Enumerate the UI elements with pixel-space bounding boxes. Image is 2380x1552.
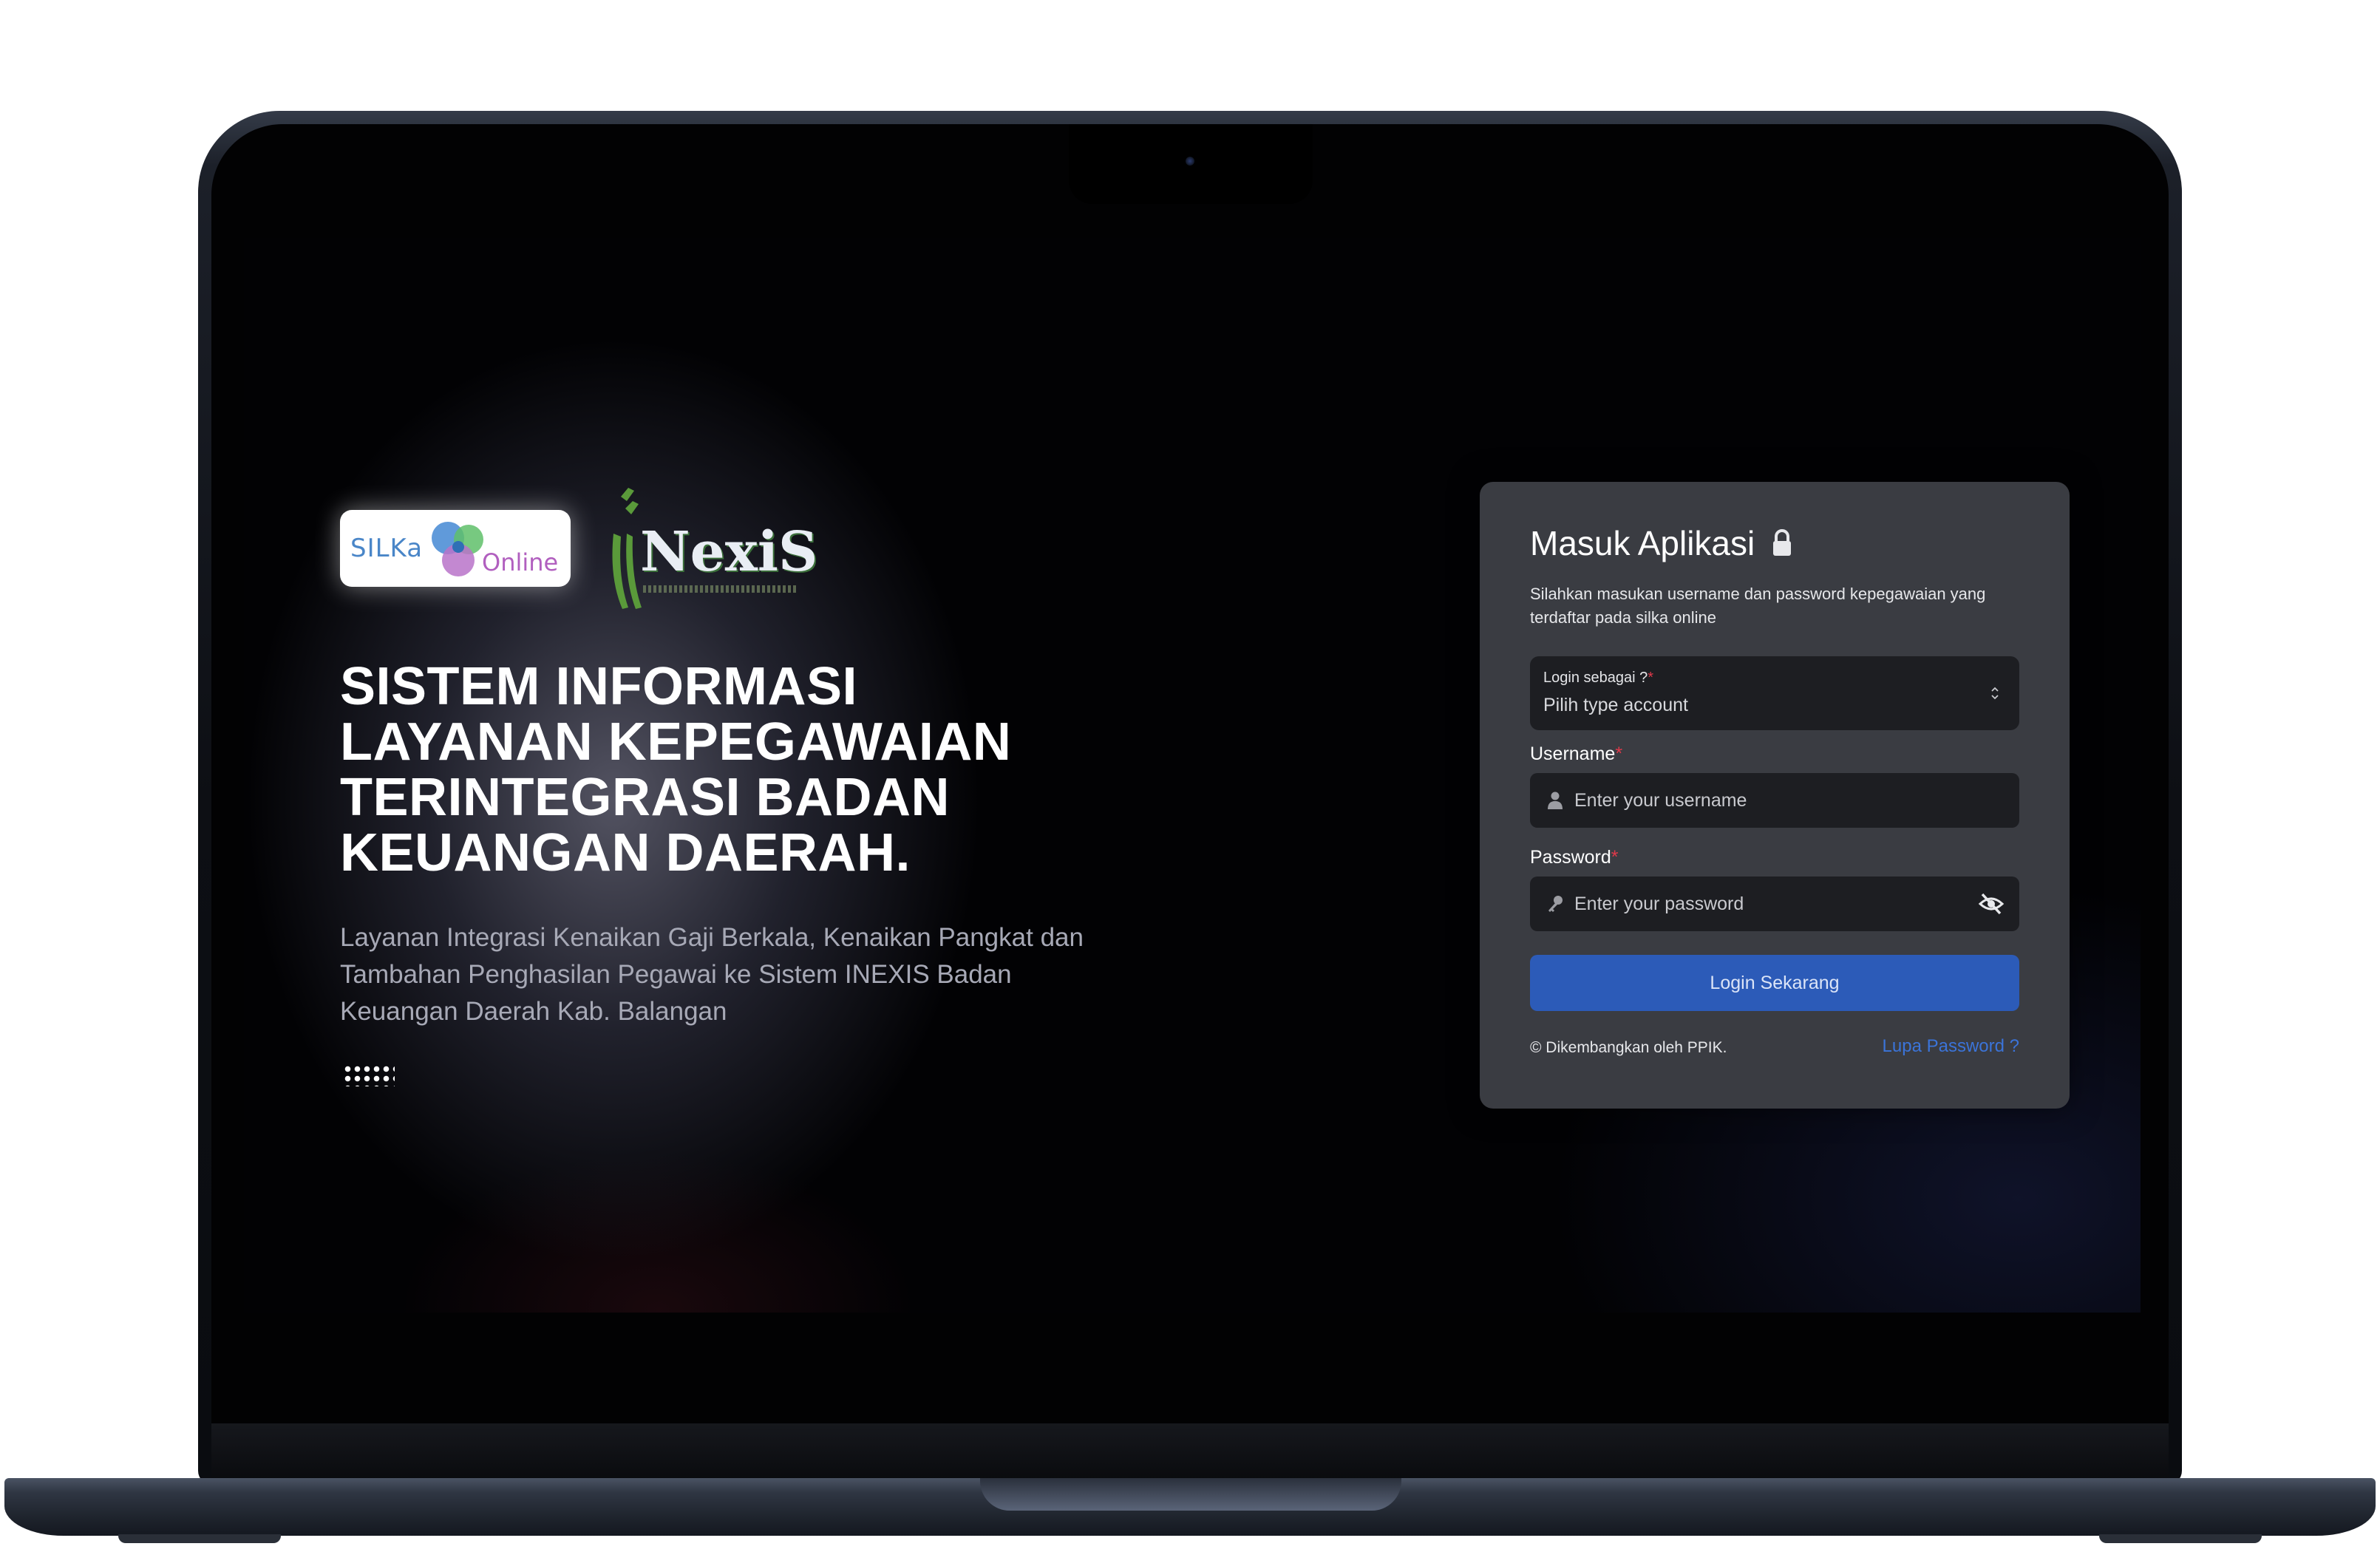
hero-description: Layanan Integrasi Kenaikan Gaji Berkala,… [340,923,1084,1026]
password-field-wrapper [1530,877,2019,931]
silka-logo-online-text: Online [482,548,559,576]
login-header: Masuk Aplikasi [1530,523,1793,563]
user-icon [1548,792,1563,809]
hero-title: SISTEM INFORMASI LAYANAN KEPEGAWAIAN TER… [340,659,1079,881]
password-label: Password* [1530,847,1619,868]
username-label: Username* [1530,743,1623,764]
username-input[interactable] [1573,773,1972,828]
hero-title-line: LAYANAN KEPEGAWAIAN [340,712,1012,772]
password-input[interactable] [1573,877,1972,931]
logo-group: SILKa Online NexiS [340,482,817,615]
username-field-wrapper [1530,773,2019,828]
lock-icon [1773,529,1792,556]
silka-online-logo: SILKa Online [340,510,571,587]
required-mark: * [1611,847,1619,868]
laptop-bottom-bezel [211,1423,2169,1480]
hero-title-line: SISTEM INFORMASI [340,657,858,716]
decorative-dots [343,1064,395,1086]
key-icon [1548,896,1563,912]
login-title: Masuk Aplikasi [1530,524,1755,562]
silka-logo-text: SILKa [350,534,424,563]
camera-icon [1186,157,1194,166]
inexis-logo-subtitle [643,585,798,593]
laptop-base-notch [980,1478,1401,1511]
account-type-value: Pilih type account [1543,695,1688,715]
login-card: Masuk Aplikasi Silahkan masukan username… [1480,482,2070,1109]
inexis-logo: NexiS [606,482,817,615]
hero-title-line: KEUANGAN DAERAH. [340,823,911,882]
required-mark: * [1615,743,1623,764]
account-type-select[interactable]: Login sebagai ?* Pilih type account [1530,656,2019,730]
developer-credit: © Dikembangkan oleh PPIK. [1530,1039,1727,1056]
login-submit-button[interactable]: Login Sekarang [1530,955,2019,1011]
hero-title-line: TERINTEGRASI BADAN [340,768,951,827]
inexis-logo-text: NexiS [640,520,818,584]
laptop-foot-right [2099,1534,2262,1543]
eye-off-icon[interactable] [1978,891,2005,916]
required-mark: * [1648,670,1654,686]
chevron-updown-icon [1991,687,1999,700]
app-screen: SILKa Online NexiS SISTEM INFORMASI LAYA… [244,238,2141,1313]
laptop-foot-left [118,1534,281,1543]
account-type-label: Login sebagai ?* [1543,670,1654,686]
login-description: Silahkan masukan username dan password k… [1530,585,1986,627]
forgot-password-link[interactable]: Lupa Password ? [1883,1036,2019,1057]
